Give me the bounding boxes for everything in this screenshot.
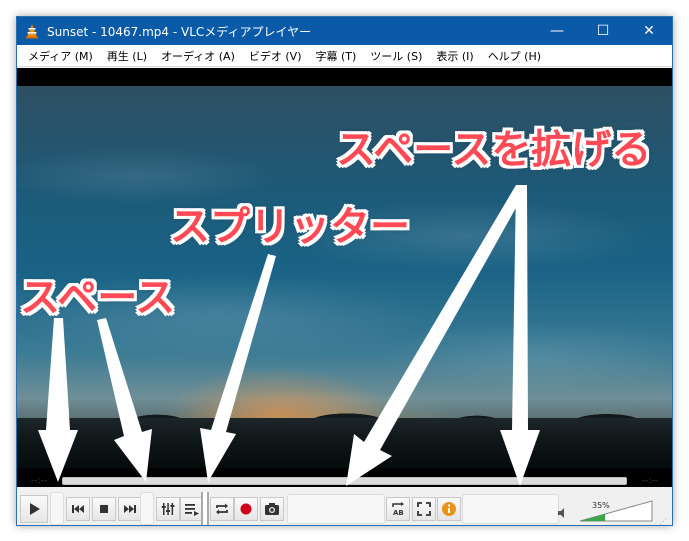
fullscreen-icon: [417, 502, 431, 516]
loop-icon: [216, 503, 228, 515]
annotation-space: スペース: [20, 275, 176, 321]
stop-icon: [100, 505, 108, 513]
menu-view[interactable]: 表示 (I): [429, 48, 480, 64]
maximize-button[interactable]: ☐: [580, 17, 626, 45]
next-button[interactable]: [118, 497, 142, 521]
play-button[interactable]: [20, 495, 48, 523]
svg-text:AB: AB: [393, 509, 404, 517]
resize-grip[interactable]: ⋰: [659, 517, 667, 526]
annotation-splitter: スプリッター: [170, 204, 410, 250]
stop-button[interactable]: [92, 497, 116, 521]
ab-loop-button[interactable]: AB: [386, 497, 410, 521]
record-icon: [240, 503, 252, 515]
space-widget-1[interactable]: [50, 492, 64, 525]
minimize-button[interactable]: —: [534, 17, 580, 45]
snapshot-icon: [265, 503, 279, 515]
expandable-space-1[interactable]: [287, 494, 385, 524]
window-title: Sunset - 10467.mp4 - VLCメディアプレイヤー: [47, 24, 312, 39]
record-button[interactable]: [234, 497, 258, 521]
menu-tools[interactable]: ツール (S): [363, 48, 429, 64]
menu-audio[interactable]: オーディオ (A): [154, 48, 242, 64]
menu-video[interactable]: ビデオ (V): [242, 48, 309, 64]
playlist-icon: [185, 504, 199, 516]
close-button[interactable]: ✕: [626, 17, 672, 45]
menu-help[interactable]: ヘルプ (H): [481, 48, 548, 64]
menu-playback[interactable]: 再生 (L): [100, 48, 154, 64]
seek-bar[interactable]: [62, 477, 627, 485]
annotation-expand-space: スペースを拡げる: [336, 127, 652, 173]
remaining-time: --:--: [641, 476, 659, 486]
title-bar: Sunset - 10467.mp4 - VLCメディアプレイヤー — ☐ ✕: [17, 17, 672, 45]
play-icon: [30, 503, 40, 515]
menu-media[interactable]: メディア (M): [21, 48, 100, 64]
previous-button[interactable]: [66, 497, 90, 521]
splitter-widget[interactable]: [201, 492, 209, 525]
volume-slider[interactable]: [579, 500, 653, 522]
info-button[interactable]: [437, 497, 461, 521]
next-icon: [124, 505, 136, 513]
menu-bar: メディア (M) 再生 (L) オーディオ (A) ビデオ (V) 字幕 (T)…: [17, 45, 672, 67]
speaker-icon[interactable]: [557, 507, 569, 519]
loop-button[interactable]: [210, 497, 234, 521]
fullscreen-button[interactable]: [412, 497, 436, 521]
ground: [17, 418, 672, 468]
volume-percent: 35%: [592, 501, 610, 510]
space-widget-2[interactable]: [140, 492, 154, 525]
equalizer-icon: [161, 503, 175, 515]
menu-subtitle[interactable]: 字幕 (T): [308, 48, 363, 64]
seek-row: --:-- --:--: [16, 470, 673, 492]
info-icon: [442, 502, 456, 516]
elapsed-time: --:--: [30, 476, 48, 486]
control-toolbar: AB 35% ⋰: [16, 492, 673, 526]
ab-loop-icon: AB: [392, 502, 404, 517]
expandable-space-2[interactable]: [462, 494, 559, 524]
vlc-cone-icon: [26, 24, 38, 39]
previous-icon: [72, 505, 84, 513]
equalizer-button[interactable]: [156, 497, 180, 521]
snapshot-button[interactable]: [260, 497, 284, 521]
